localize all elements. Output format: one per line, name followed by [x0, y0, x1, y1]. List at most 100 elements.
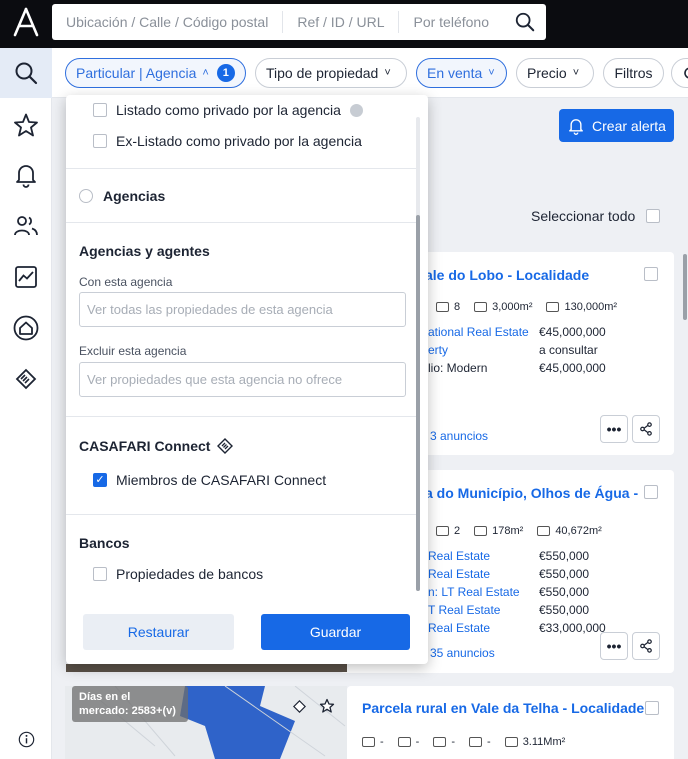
create-alert-label: Crear alerta [592, 117, 666, 134]
info-icon [18, 731, 34, 747]
listing-agency[interactable]: Real Estate [428, 549, 490, 563]
chevron-down-icon: ˅ [384, 67, 391, 79]
share-button[interactable] [632, 415, 660, 443]
divider [66, 168, 418, 169]
bathrooms-value: - [451, 736, 456, 748]
sidebar-search[interactable] [0, 48, 52, 98]
listing-price: €33,000,000 [539, 621, 606, 635]
more-filters-button[interactable]: Filtros [603, 58, 664, 88]
private-listing-option[interactable]: Listado como privado por la agencia [93, 102, 363, 118]
page-scrollbar[interactable] [683, 254, 687, 320]
more-options-button[interactable]: ••• [600, 415, 628, 443]
more-options-button[interactable]: ••• [600, 632, 628, 660]
bed-icon [362, 737, 375, 747]
property-title[interactable]: ale do Lobo - Localidade [425, 267, 589, 283]
private-listing-checkbox[interactable] [93, 103, 107, 117]
share-icon [640, 422, 652, 436]
exclude-agency-label: Excluir esta agencia [79, 344, 187, 358]
create-alert-button[interactable]: Crear alerta [559, 109, 674, 142]
sidebar-home[interactable] [0, 303, 52, 353]
bedrooms-value: - [380, 736, 384, 748]
connect-members-option[interactable]: ✓ Miembros de CASAFARI Connect [93, 472, 326, 488]
restore-button[interactable]: Restaurar [83, 614, 234, 650]
more-filters-label: Filtros [614, 65, 653, 81]
particular-agencia-dropdown: Listado como privado por la agencia Ex-L… [66, 95, 428, 664]
property-checkbox[interactable] [645, 701, 659, 715]
divider [66, 416, 418, 417]
property-card[interactable] [347, 686, 674, 759]
listings-count-link[interactable]: 35 anuncios [430, 646, 495, 660]
bank-properties-checkbox[interactable] [93, 567, 107, 581]
bank-properties-option[interactable]: Propiedades de bancos [93, 566, 263, 582]
listing-price: a consultar [539, 343, 598, 357]
ref-search-input[interactable]: Ref / ID / URL [283, 11, 400, 33]
property-title[interactable]: a do Município, Olhos de Água - [425, 485, 638, 501]
property-photo[interactable] [66, 664, 347, 672]
banks-heading: Bancos [79, 535, 130, 551]
agencias-option[interactable]: Agencias [79, 188, 165, 204]
plot-icon [504, 737, 518, 747]
search-icon[interactable] [514, 11, 536, 33]
share-button[interactable] [632, 632, 660, 660]
chevron-up-icon: ˄ [202, 67, 209, 79]
users-icon [14, 216, 38, 236]
bank-properties-label: Propiedades de bancos [116, 566, 264, 582]
property-stats: - - - - 3.11Mm² [362, 736, 579, 748]
connect-members-label: Miembros de CASAFARI Connect [116, 472, 327, 488]
listing-agency[interactable]: ational Real Estate [428, 325, 529, 339]
divider [66, 222, 418, 223]
sidebar-info[interactable] [0, 714, 52, 759]
listing-agency[interactable]: T Real Estate [428, 603, 500, 617]
sale-label: En venta [427, 65, 483, 81]
chevron-down-icon: ˅ [488, 67, 495, 79]
area-icon [474, 302, 488, 312]
sidebar-alerts[interactable] [0, 150, 52, 200]
filter-count-badge: 1 [216, 64, 235, 82]
casafari-logo-icon[interactable] [10, 6, 42, 38]
property-checkbox[interactable] [644, 267, 658, 281]
sidebar-contacts[interactable] [0, 201, 52, 251]
area-icon [474, 526, 488, 536]
price-filter[interactable]: Precio ˅ [516, 58, 594, 88]
ex-private-listing-option[interactable]: Ex-Listado como privado por la agencia [93, 133, 362, 149]
agencias-radio[interactable] [79, 189, 93, 203]
agencias-label: Agencias [103, 188, 166, 204]
filter-bar: Particular | Agencia ˄ 1 Tipo de propied… [52, 48, 688, 98]
listing-agency[interactable]: Real Estate [428, 567, 490, 581]
exclude-agency-input[interactable]: Ver propiedades que esta agencia no ofre… [79, 362, 406, 397]
reset-filters-button[interactable] [671, 58, 688, 88]
particular-agencia-label: Particular | Agencia [76, 65, 197, 81]
area-icon [469, 737, 483, 747]
car-icon [397, 737, 411, 747]
phone-search-input[interactable]: Por teléfono [399, 11, 503, 33]
listing-agency[interactable]: Real Estate [428, 621, 490, 635]
connect-handshake-icon[interactable] [292, 699, 307, 714]
favorite-star-icon[interactable] [319, 698, 335, 714]
sidebar-connect[interactable] [0, 354, 52, 404]
listing-agency[interactable]: lio: Modern [428, 361, 487, 375]
select-all-checkbox[interactable] [646, 209, 661, 223]
share-icon [640, 639, 652, 653]
select-all-label: Seleccionar todo [531, 208, 636, 224]
connect-members-checkbox[interactable]: ✓ [93, 473, 107, 487]
property-stats: 8 3,000m² 130,000m² [436, 301, 631, 313]
sidebar-favorites[interactable] [0, 100, 52, 150]
plot-value: 3.11Mm² [522, 736, 566, 748]
property-type-filter[interactable]: Tipo de propiedad ˅ [255, 58, 407, 88]
casafari-connect-heading: CASAFARI Connect [79, 437, 234, 455]
particular-agencia-filter[interactable]: Particular | Agencia ˄ 1 [65, 58, 246, 88]
sale-filter[interactable]: En venta ˅ [416, 58, 507, 88]
select-all[interactable]: Seleccionar todo [531, 208, 661, 224]
listings-count-link[interactable]: 3 anuncios [430, 429, 488, 443]
ex-private-listing-label: Ex-Listado como privado por la agencia [116, 133, 362, 149]
ex-private-listing-checkbox[interactable] [93, 134, 107, 148]
property-checkbox[interactable] [644, 485, 658, 499]
location-search-input[interactable]: Ubicación / Calle / Código postal [52, 11, 284, 33]
save-button[interactable]: Guardar [261, 614, 410, 650]
listing-agency[interactable]: erty [428, 343, 448, 357]
with-agency-input[interactable]: Ver todas las propiedades de esta agenci… [79, 292, 406, 327]
sidebar-analytics[interactable] [0, 252, 52, 302]
property-title[interactable]: Parcela rural en Vale da Telha - Localid… [362, 700, 644, 716]
listing-agency[interactable]: n: LT Real Estate [428, 585, 520, 599]
dropdown-scrollbar[interactable] [416, 215, 420, 591]
